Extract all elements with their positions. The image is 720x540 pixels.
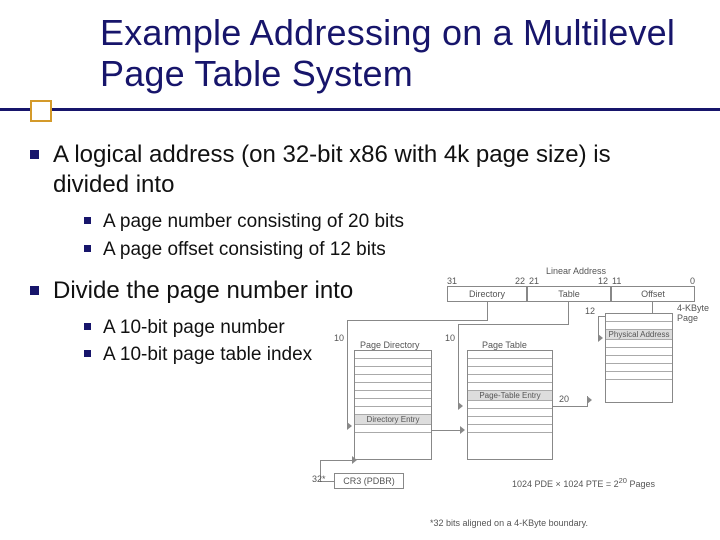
bullet-icon (84, 323, 91, 330)
bullet-text: A 10-bit page table index (103, 343, 312, 367)
diagram-footnote: *32 bits aligned on a 4-KByte boundary. (302, 518, 716, 528)
linear-address-label: Linear Address (546, 266, 606, 276)
physical-address-row: Physical Address (606, 330, 672, 340)
title-underline (0, 108, 720, 111)
bullet-icon (84, 245, 91, 252)
note-part: × (556, 479, 561, 489)
field-label: Offset (641, 289, 665, 299)
bit-label: 12 (598, 276, 608, 286)
bullet-text: A page offset consisting of 12 bits (103, 238, 386, 262)
width-label: 12 (585, 306, 595, 316)
bullet-text: A logical address (on 32-bit x86 with 4k… (53, 140, 663, 200)
width-label: 10 (445, 333, 455, 343)
slide-title: Example Addressing on a Multilevel Page … (100, 12, 690, 95)
pde-pte-note: 1024 PDE × 1024 PTE = 220 Pages (512, 476, 655, 489)
note-part: 1024 PDE (512, 479, 553, 489)
note-exp: 20 (619, 476, 627, 485)
width-label: 10 (334, 333, 344, 343)
bit-label: 0 (690, 276, 695, 286)
page-directory-label: Page Directory (360, 340, 420, 350)
page-box-label: 4-KByte Page (677, 303, 716, 323)
field-offset: Offset (611, 286, 695, 302)
width-label: 20 (559, 394, 569, 404)
field-label: Table (558, 289, 580, 299)
bullet-icon (84, 217, 91, 224)
bit-label: 22 (515, 276, 525, 286)
page-table-entry-row: Page-Table Entry (468, 391, 552, 401)
directory-entry-row: Directory Entry (355, 415, 431, 425)
page-table-box: Page-Table Entry (467, 350, 553, 460)
cr3-note: 32* (312, 474, 326, 484)
cr3-label: CR3 (PDBR) (343, 476, 395, 486)
bullet-icon (30, 150, 39, 159)
bit-label: 11 (612, 276, 621, 286)
bullet-text: A page number consisting of 20 bits (103, 210, 404, 234)
field-label: Directory (469, 289, 505, 299)
bullet-icon (30, 286, 39, 295)
bullet-text: A 10-bit page number (103, 316, 285, 340)
field-table: Table (527, 286, 611, 302)
bullet-icon (84, 350, 91, 357)
bit-label: 31 (447, 276, 457, 286)
field-directory: Directory (447, 286, 527, 302)
page-table-label: Page Table (482, 340, 527, 350)
page-box: Physical Address (605, 313, 673, 403)
page-directory-box: Directory Entry (354, 350, 432, 460)
address-translation-diagram: Linear Address 31 22 21 12 11 0 Director… (302, 278, 716, 528)
bit-label: 21 (529, 276, 539, 286)
accent-square (30, 100, 52, 122)
cr3-box: CR3 (PDBR) (334, 473, 404, 489)
note-part: 1024 PTE = 2 (563, 479, 618, 489)
note-part: Pages (627, 479, 655, 489)
